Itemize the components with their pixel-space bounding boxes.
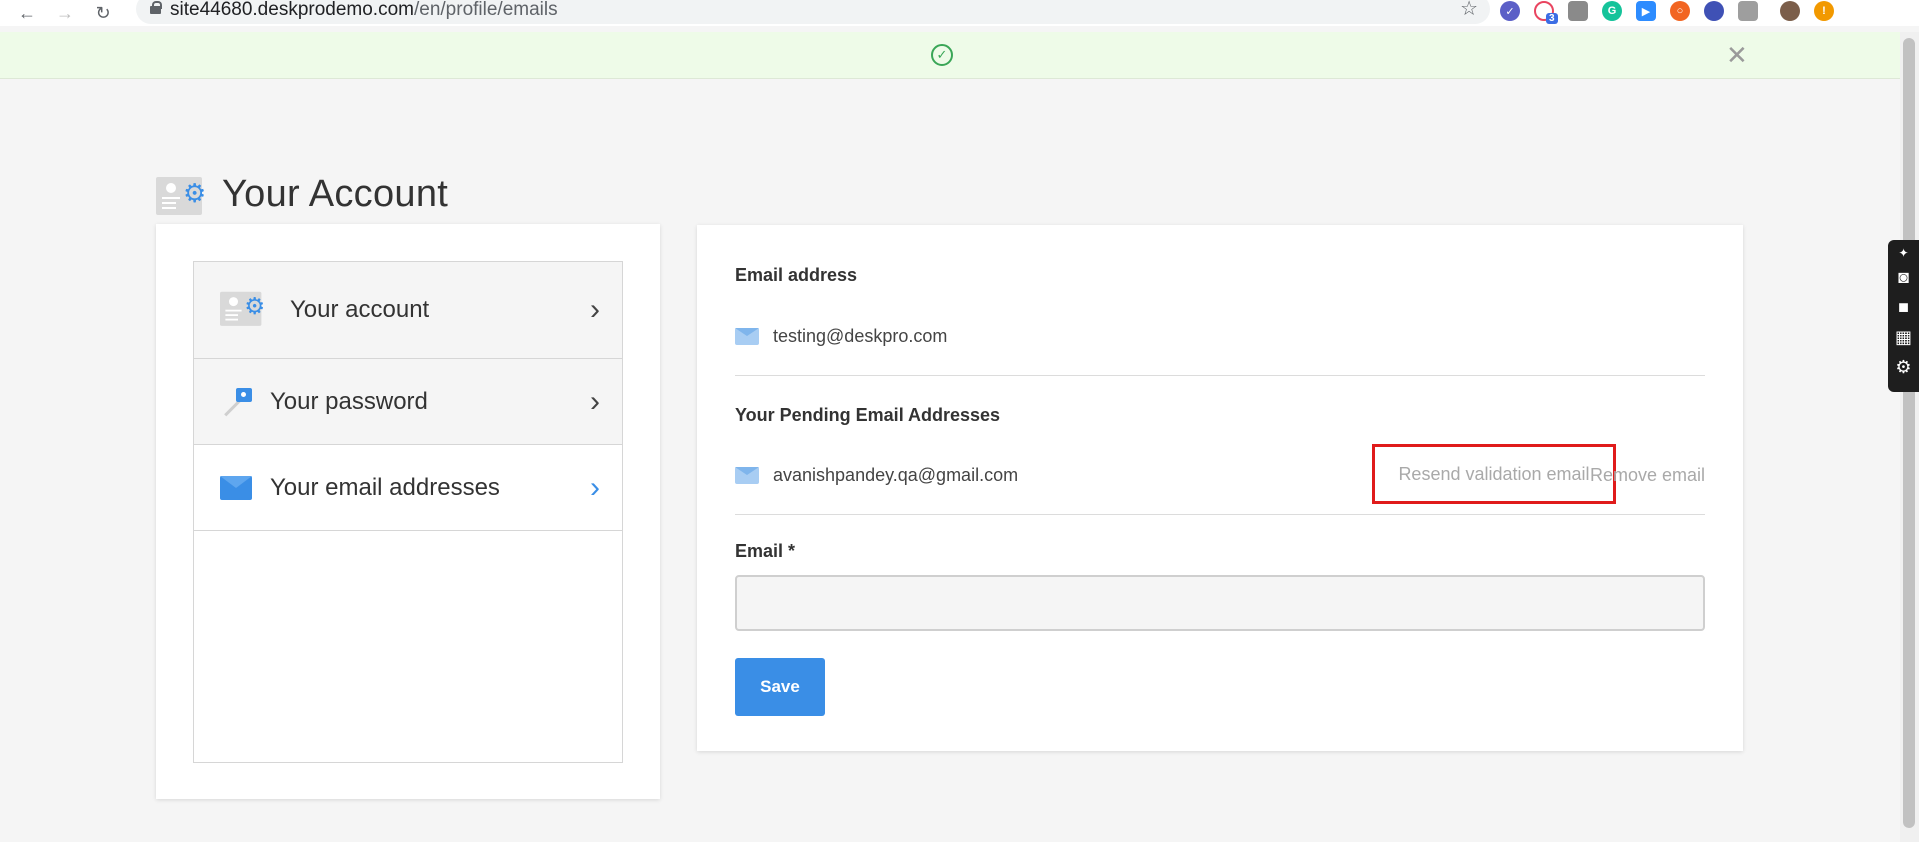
- page-title: Your Account: [222, 173, 449, 216]
- address-bar[interactable]: site44680.deskprodemo.com/en/profile/ema…: [136, 0, 1490, 24]
- sidebar-panel: ⚙ Your account › Your password › Your em…: [156, 224, 660, 799]
- lock-icon: [150, 1, 162, 16]
- zoom-icon[interactable]: ▶: [1636, 1, 1656, 21]
- extension-lifebuoy-icon[interactable]: ○: [1670, 1, 1690, 21]
- reload-button[interactable]: ↻: [88, 2, 118, 24]
- divider: [735, 514, 1705, 515]
- resend-validation-email-button[interactable]: Resend validation email: [1372, 444, 1616, 504]
- extension-fingerprint-icon[interactable]: 3: [1534, 1, 1558, 24]
- success-check-icon: ✓: [931, 44, 953, 66]
- envelope-icon: [735, 327, 759, 345]
- close-icon[interactable]: ✕: [1726, 40, 1748, 71]
- pending-emails-heading: Your Pending Email Addresses: [735, 405, 1001, 425]
- sidebar-menu: ⚙ Your account › Your password › Your em…: [193, 261, 623, 763]
- sidebar-item-label: Your account: [290, 296, 430, 323]
- url-text: site44680.deskprodemo.com/en/profile/ema…: [170, 0, 558, 20]
- extension-globe-icon[interactable]: [1704, 1, 1724, 21]
- account-settings-icon: ⚙: [156, 174, 208, 216]
- remove-email-link[interactable]: Remove email: [1590, 465, 1705, 486]
- video-icon[interactable]: ■: [1892, 292, 1916, 322]
- browser-toolbar: ← → ↻ site44680.deskprodemo.com/en/profi…: [0, 0, 1919, 26]
- extension-image-icon[interactable]: [1568, 1, 1588, 21]
- envelope-icon: [735, 466, 759, 484]
- bookmark-star-icon[interactable]: ☆: [1460, 0, 1478, 21]
- save-button[interactable]: Save: [735, 658, 825, 716]
- primary-email-row: testing@deskpro.com: [735, 321, 1705, 351]
- email-settings-panel: Email address testing@deskpro.com Your P…: [697, 225, 1743, 751]
- divider: [735, 375, 1705, 376]
- camera-icon[interactable]: ◙: [1892, 262, 1916, 292]
- extension-check-icon[interactable]: ✓: [1500, 1, 1520, 21]
- sidebar-item-label: Your password: [270, 387, 428, 415]
- pending-email-value: avanishpandey.qa@gmail.com: [773, 464, 1019, 485]
- grammarly-icon[interactable]: G: [1602, 1, 1622, 21]
- chevron-right-icon: ›: [590, 384, 600, 418]
- gallery-icon[interactable]: ▦: [1892, 322, 1916, 352]
- email-field[interactable]: [735, 575, 1705, 631]
- envelope-icon: [220, 475, 252, 500]
- success-banner: ✓ ✕: [0, 32, 1900, 79]
- gear-icon[interactable]: ⚙: [1892, 352, 1916, 382]
- chevron-right-icon: ›: [590, 293, 600, 326]
- update-alert-icon[interactable]: !: [1814, 1, 1834, 21]
- profile-avatar[interactable]: [1780, 1, 1800, 21]
- extensions-area: ✓ 3 G ▶ ○ !: [1500, 0, 1834, 24]
- pin-icon[interactable]: ✦: [1892, 244, 1916, 262]
- email-input-label: Email *: [735, 541, 796, 561]
- pending-email-row: avanishpandey.qa@gmail.com Resend valida…: [735, 444, 1705, 504]
- key-icon: [220, 384, 256, 420]
- scroll-thumb[interactable]: [1903, 38, 1915, 828]
- back-button[interactable]: ←: [12, 2, 42, 24]
- chevron-right-icon: ›: [590, 470, 600, 504]
- account-settings-icon: ⚙: [220, 289, 270, 331]
- sidebar-item-your-password[interactable]: Your password ›: [194, 359, 622, 445]
- screenshot-camera-icon[interactable]: [1738, 1, 1758, 21]
- primary-email-heading: Email address: [735, 265, 858, 285]
- sidebar-item-your-account[interactable]: ⚙ Your account ›: [194, 262, 622, 359]
- sidebar-item-label: Your email addresses: [270, 473, 500, 501]
- page-scrollbar[interactable]: [1900, 32, 1919, 842]
- screen-capture-toolbar: ✦ ◙ ■ ▦ ⚙: [1888, 240, 1919, 392]
- forward-button[interactable]: →: [50, 2, 80, 24]
- sidebar-item-your-email-addresses[interactable]: Your email addresses ›: [194, 445, 622, 531]
- primary-email-value: testing@deskpro.com: [773, 325, 948, 346]
- extension-badge: 3: [1546, 13, 1558, 24]
